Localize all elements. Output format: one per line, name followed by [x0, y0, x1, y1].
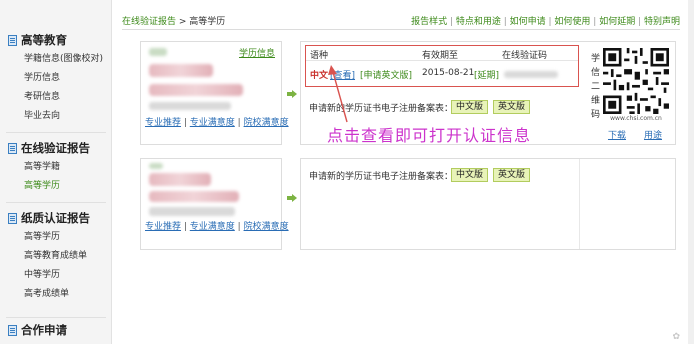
sidebar-section-title: 在线验证报告	[8, 138, 90, 158]
link-how-to-apply[interactable]: 如何申请	[510, 17, 546, 27]
redacted-major	[149, 207, 235, 216]
major-recommend-link[interactable]: 专业推荐	[145, 222, 181, 232]
record-card-1: 学历信息 专业推荐 | 专业满意度 | 院校满意度	[140, 41, 289, 145]
qr-side-label: 学信二维码	[591, 54, 601, 120]
english-version-button[interactable]: 英文版	[493, 100, 531, 114]
sidebar-item-higher-transcript[interactable]: 高等教育成绩单	[8, 247, 90, 266]
redacted-name	[149, 64, 213, 77]
certificate-panel-1: 语种 有效期至 在线验证码 中文 [查看] [申请英文版] 2015-08-21…	[300, 41, 676, 145]
top-links: 报告样式 | 特点和用途 | 如何申请 | 如何使用 | 如何延期 | 特别声明	[411, 17, 680, 27]
record-card-2: 专业推荐 | 专业满意度 | 院校满意度	[140, 158, 289, 250]
major-satisfaction-link[interactable]: 专业满意度	[190, 222, 235, 232]
extend-link[interactable]: [延期]	[474, 68, 499, 81]
download-link[interactable]: 下载	[608, 128, 626, 141]
sidebar-item-secondary-degree[interactable]: 中等学历	[8, 266, 90, 285]
redacted-major	[149, 102, 231, 110]
sidebar-section-cooperation: 合作申请	[0, 320, 67, 340]
document-icon	[8, 212, 17, 224]
valid-until-date: 2015-08-21	[422, 68, 475, 78]
breadcrumb: 在线验证报告 > 高等学历	[122, 17, 226, 27]
arrow-right-icon	[287, 90, 297, 98]
usage-link[interactable]: 用途	[644, 128, 662, 141]
panel-divider	[579, 159, 580, 249]
divider	[6, 132, 106, 133]
divider	[6, 317, 106, 318]
chinese-version-button[interactable]: 中文版	[451, 168, 489, 182]
breadcrumb-link-online-report[interactable]: 在线验证报告	[122, 17, 176, 27]
annotation-text: 点击查看即可打开认证信息	[327, 126, 532, 145]
sidebar-section-title[interactable]: 合作申请	[8, 320, 67, 340]
link-how-to-extend[interactable]: 如何延期	[599, 17, 635, 27]
link-how-to-use[interactable]: 如何使用	[554, 17, 590, 27]
redacted-verify-code	[504, 71, 558, 78]
chinese-version-button[interactable]: 中文版	[451, 100, 489, 114]
top-bar: 在线验证报告 > 高等学历 报告样式 | 特点和用途 | 如何申请 | 如何使用…	[122, 12, 680, 30]
scrollbar[interactable]	[688, 0, 694, 344]
link-features-usage[interactable]: 特点和用途	[456, 17, 501, 27]
document-icon	[8, 142, 17, 154]
redacted-school	[149, 191, 239, 202]
english-version-button[interactable]: 英文版	[493, 168, 531, 182]
sidebar-item-higher-degree[interactable]: 高等学历	[8, 177, 90, 196]
main-content: 在线验证报告 > 高等学历 报告样式 | 特点和用途 | 如何申请 | 如何使用…	[122, 12, 680, 250]
redacted-name	[149, 173, 211, 186]
qr-links: 下载 用途	[599, 128, 671, 141]
apply-english-link[interactable]: [申请英文版]	[360, 68, 412, 81]
sidebar-item-higher-enrollment[interactable]: 高等学籍	[8, 158, 90, 177]
redacted-photo	[149, 163, 163, 169]
school-satisfaction-link[interactable]: 院校满意度	[244, 222, 289, 232]
sidebar-item-graduate-destination[interactable]: 毕业去向	[8, 107, 103, 126]
divider	[6, 202, 106, 203]
document-icon	[8, 34, 17, 46]
breadcrumb-current: 高等学历	[189, 17, 226, 27]
sidebar-section-online-report: 在线验证报告 高等学籍 高等学历	[0, 138, 90, 196]
sidebar-section-higher-education: 高等教育 学籍信息(图像校对) 学历信息 考研信息 毕业去向	[0, 30, 103, 126]
sidebar-item-paper-higher-degree[interactable]: 高等学历	[8, 228, 90, 247]
sidebar-item-student-status[interactable]: 学籍信息(图像校对)	[8, 50, 103, 69]
redacted-photo	[149, 48, 167, 56]
record-links: 专业推荐 | 专业满意度 | 院校满意度	[145, 222, 289, 232]
register-form-label: 申请新的学历证书电子注册备案表：	[309, 172, 454, 182]
arrow-right-icon	[287, 194, 297, 202]
sidebar: 高等教育 学籍信息(图像校对) 学历信息 考研信息 毕业去向 在线验证报告 高等…	[0, 0, 112, 344]
link-report-style[interactable]: 报告样式	[411, 17, 447, 27]
record-links: 专业推荐 | 专业满意度 | 院校满意度	[145, 118, 289, 128]
qr-code-icon	[603, 48, 669, 114]
annotation-arrow-icon	[328, 65, 348, 123]
watermark-icon: ✿	[672, 332, 680, 342]
qr-caption: www.chsi.com.cn	[610, 115, 662, 122]
degree-info-link[interactable]: 学历信息	[239, 46, 275, 59]
major-recommend-link[interactable]: 专业推荐	[145, 118, 181, 128]
qr-panel: 学信二维码 www.chsi.com.cn 下载 用途	[589, 44, 675, 144]
certificate-panel-2: 申请新的学历证书电子注册备案表： 中文版 英文版	[300, 158, 676, 250]
link-special-statement[interactable]: 特别声明	[644, 17, 680, 27]
sidebar-item-gaokao-transcript[interactable]: 高考成绩单	[8, 285, 90, 304]
sidebar-section-title: 高等教育	[8, 30, 103, 50]
table-divider	[306, 60, 578, 61]
sidebar-section-paper-report: 纸质认证报告 高等学历 高等教育成绩单 中等学历 高考成绩单	[0, 208, 90, 304]
major-satisfaction-link[interactable]: 专业满意度	[190, 118, 235, 128]
redacted-school	[149, 84, 243, 96]
sidebar-section-title: 纸质认证报告	[8, 208, 90, 228]
document-icon	[8, 324, 17, 336]
sidebar-item-degree-info[interactable]: 学历信息	[8, 69, 103, 88]
school-satisfaction-link[interactable]: 院校满意度	[244, 118, 289, 128]
sidebar-item-postgrad-exam[interactable]: 考研信息	[8, 88, 103, 107]
